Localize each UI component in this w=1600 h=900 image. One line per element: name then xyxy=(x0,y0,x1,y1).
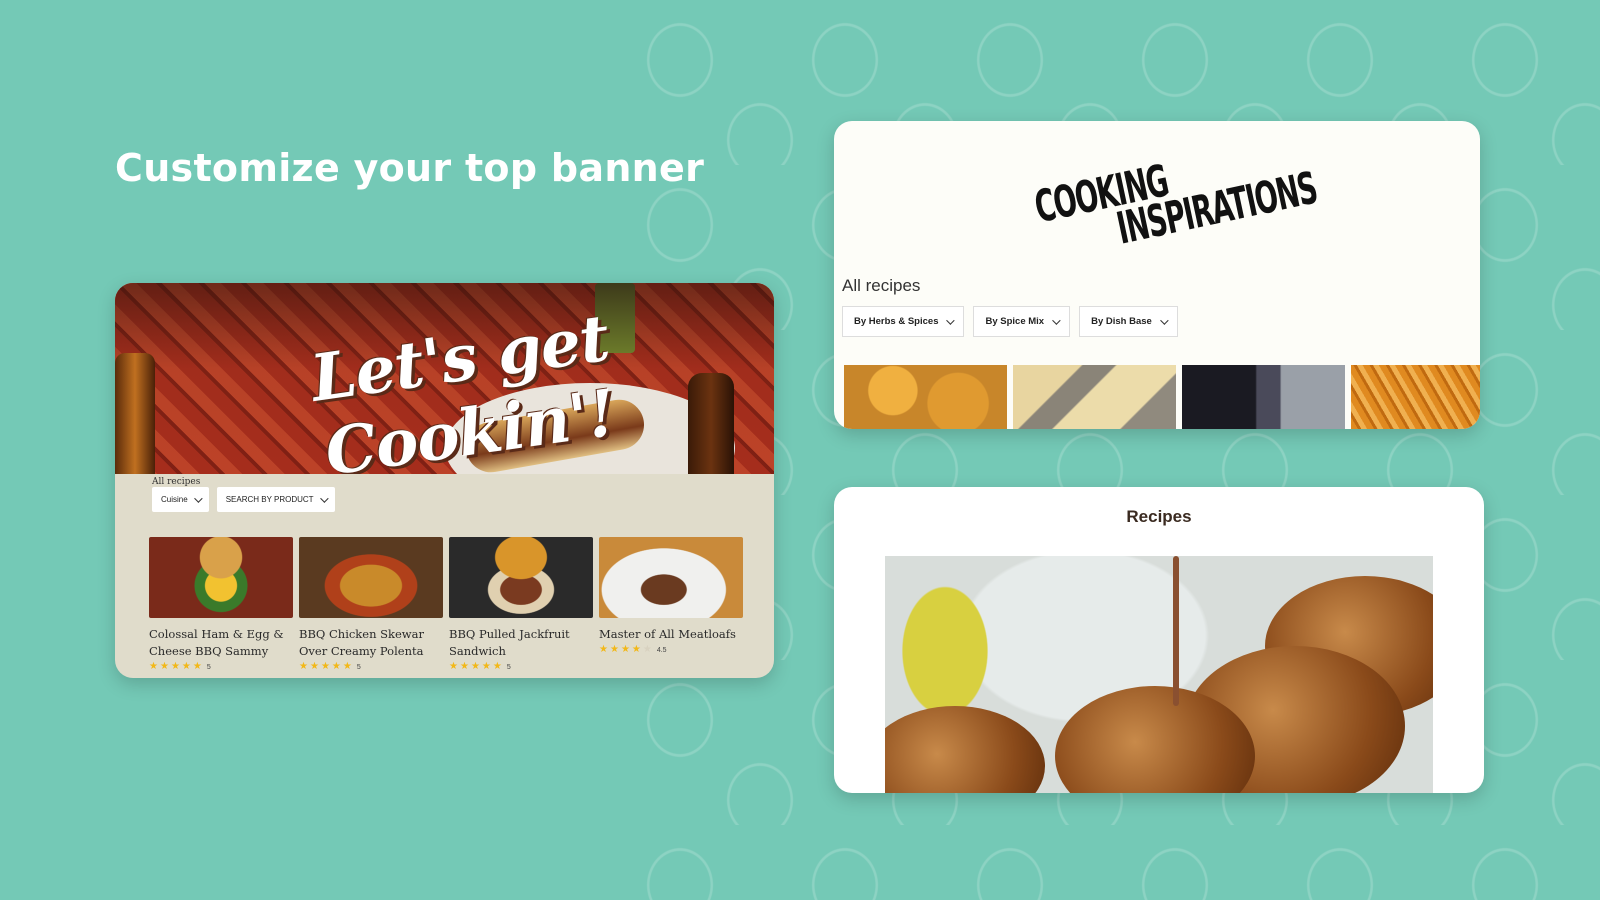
star-icon: ★ xyxy=(192,661,202,672)
recipe-rating: ★ ★ ★ ★ ★ 5 xyxy=(299,662,443,672)
recipe-name[interactable]: Colossal Ham & Egg & Cheese BBQ Sammy xyxy=(149,626,293,660)
star-icon: ★ xyxy=(481,661,491,672)
recipe-thumbnail[interactable] xyxy=(1013,365,1176,429)
recipes-title: Recipes xyxy=(1126,507,1192,526)
star-icon: ★ xyxy=(459,661,469,672)
star-icon: ★ xyxy=(449,661,458,672)
chevron-down-icon xyxy=(946,315,956,325)
drizzle-decoration xyxy=(1173,556,1179,706)
top-banner-image: Let's get Cookin'! xyxy=(115,283,774,474)
star-icon: ★ xyxy=(342,661,352,672)
page-headline: Customize your top banner xyxy=(115,146,705,190)
filter-label: By Spice Mix xyxy=(985,316,1045,327)
rating-value: 5 xyxy=(206,663,211,671)
chevron-down-icon xyxy=(1159,315,1169,325)
star-icon: ★ xyxy=(299,661,308,672)
recipe-name[interactable]: BBQ Pulled Jackfruit Sandwich xyxy=(449,626,593,660)
star-icon: ★ xyxy=(170,661,180,672)
star-icon: ★ xyxy=(309,661,319,672)
star-icon: ★ xyxy=(159,661,169,672)
filter-cuisine[interactable]: Cuisine xyxy=(152,487,209,512)
recipe-thumbnail[interactable] xyxy=(149,537,293,618)
recipe-rating: ★ ★ ★ ★ ★ 5 xyxy=(149,662,293,672)
filter-bar: Cuisine SEARCH BY PRODUCT xyxy=(152,487,335,512)
recipe-rating: ★ ★ ★ ★ ★ 4.5 xyxy=(599,645,743,655)
banner-preview-card: Let's get Cookin'! All recipes Cuisine S… xyxy=(115,283,774,678)
bottle-decoration xyxy=(115,353,155,474)
filter-dish-base[interactable]: By Dish Base xyxy=(1079,306,1178,337)
recipe-thumbnail[interactable] xyxy=(844,365,1007,429)
chevron-down-icon xyxy=(319,493,329,503)
star-icon: ★ xyxy=(470,661,480,672)
filter-search-by-product[interactable]: SEARCH BY PRODUCT xyxy=(216,487,335,512)
chevron-down-icon xyxy=(193,493,203,503)
section-label: All recipes xyxy=(842,276,921,295)
star-icon: ★ xyxy=(331,661,341,672)
recipe-card[interactable]: BBQ Chicken Skewar Over Creamy Polenta ★… xyxy=(299,537,443,672)
star-icon: ★ xyxy=(609,644,619,655)
filter-label: Cuisine xyxy=(161,495,188,504)
recipe-name[interactable]: Master of All Meatloafs xyxy=(599,626,743,643)
recipe-thumbnail[interactable] xyxy=(449,537,593,618)
recipe-rating: ★ ★ ★ ★ ★ 5 xyxy=(449,662,593,672)
star-icon: ★ xyxy=(181,661,191,672)
recipe-thumbnail[interactable] xyxy=(599,537,743,618)
recipe-thumbnail[interactable] xyxy=(1351,365,1480,429)
recipes-preview-card: Recipes xyxy=(834,487,1484,793)
recipe-card[interactable]: Master of All Meatloafs ★ ★ ★ ★ ★ 4.5 xyxy=(599,537,743,672)
filter-label: By Herbs & Spices xyxy=(854,316,939,327)
recipe-card[interactable]: BBQ Pulled Jackfruit Sandwich ★ ★ ★ ★ ★ 5 xyxy=(449,537,593,672)
chevron-down-icon xyxy=(1052,315,1061,325)
food-decoration xyxy=(885,706,1045,793)
star-icon: ★ xyxy=(149,661,158,672)
star-icon: ★ xyxy=(620,644,630,655)
recipe-thumbnail-row xyxy=(844,365,1480,429)
recipe-thumbnail[interactable] xyxy=(1182,365,1345,429)
recipe-name[interactable]: BBQ Chicken Skewar Over Creamy Polenta xyxy=(299,626,443,660)
recipe-list: Colossal Ham & Egg & Cheese BBQ Sammy ★ ★… xyxy=(149,537,743,672)
rating-value: 5 xyxy=(356,663,361,671)
recipe-card[interactable]: Colossal Ham & Egg & Cheese BBQ Sammy ★ ★… xyxy=(149,537,293,672)
star-icon: ★ xyxy=(631,644,641,655)
star-icon: ★ xyxy=(599,644,608,655)
inspirations-preview-card: COOKING INSPIRATIONS All recipes By Herb… xyxy=(834,121,1480,429)
star-icon: ★ xyxy=(320,661,330,672)
star-icon: ★ xyxy=(642,644,652,655)
filter-label: By Dish Base xyxy=(1091,316,1152,327)
cooking-inspirations-logo: COOKING INSPIRATIONS xyxy=(1030,130,1336,288)
filter-label: SEARCH BY PRODUCT xyxy=(225,495,314,504)
section-label: All recipes xyxy=(152,477,201,487)
filter-herbs-spices[interactable]: By Herbs & Spices xyxy=(842,306,965,337)
recipes-banner-image xyxy=(885,556,1433,793)
star-icon: ★ xyxy=(492,661,502,672)
rating-value: 4.5 xyxy=(656,646,667,654)
filter-bar: By Herbs & Spices By Spice Mix By Dish B… xyxy=(842,306,1178,337)
rating-value: 5 xyxy=(506,663,511,671)
filter-spice-mix[interactable]: By Spice Mix xyxy=(973,306,1071,337)
recipe-thumbnail[interactable] xyxy=(299,537,443,618)
